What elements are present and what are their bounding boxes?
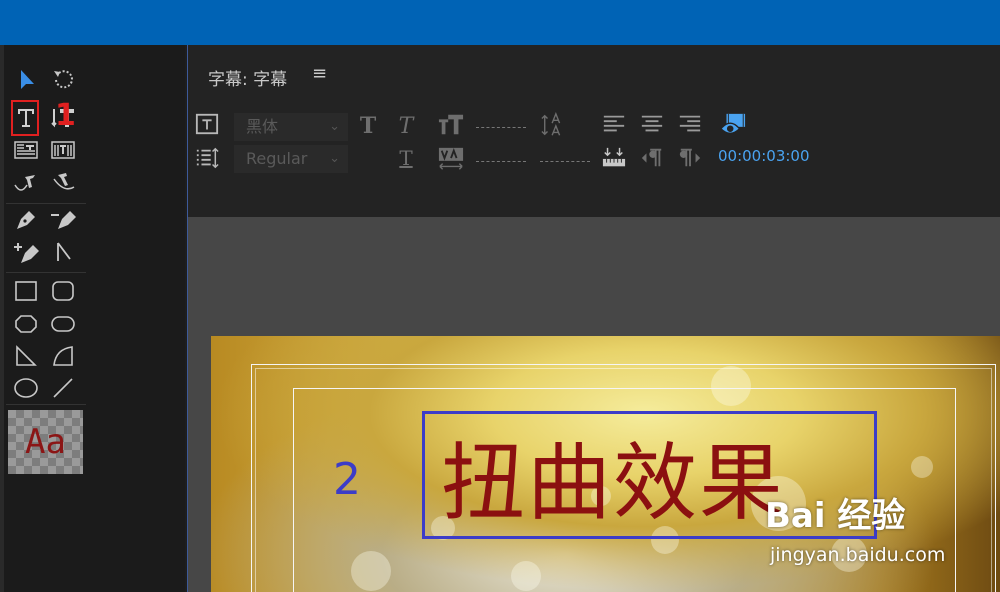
wedge-tool-icon[interactable] — [11, 342, 41, 370]
pen-tool-icon[interactable] — [11, 206, 41, 234]
selection-tool-icon[interactable] — [12, 66, 42, 94]
panel-edge — [0, 45, 4, 592]
bold-icon[interactable]: T — [356, 113, 380, 139]
italic-icon[interactable]: T — [394, 113, 418, 139]
step-2-annotation: 2 — [333, 454, 361, 505]
align-right-icon[interactable] — [676, 111, 704, 137]
watermark-url: jingyan.baidu.com — [770, 544, 946, 566]
add-anchor-tool-icon[interactable] — [11, 238, 41, 266]
tool-separator — [6, 272, 86, 273]
title-bar — [0, 0, 1000, 45]
vertical-area-type-tool-icon[interactable] — [48, 136, 78, 164]
panel-title: 字幕: 字幕 — [208, 70, 288, 90]
align-left-icon[interactable] — [600, 111, 628, 137]
chevron-down-icon: ⌄ — [329, 151, 340, 166]
path-type-tool-icon[interactable] — [11, 170, 41, 198]
tool-separator — [6, 404, 86, 405]
delete-anchor-tool-icon[interactable] — [48, 206, 78, 234]
underline-icon[interactable]: T — [394, 145, 418, 171]
rotation-tool-icon[interactable] — [48, 66, 78, 94]
type-tool-highlight — [11, 100, 39, 136]
align-center-icon[interactable] — [638, 111, 666, 137]
ellipse-tool-icon[interactable] — [11, 374, 41, 402]
clipped-corner-tool-icon[interactable] — [11, 310, 41, 338]
paragraph-right-icon[interactable] — [676, 145, 704, 171]
font-size-icon[interactable] — [436, 111, 466, 139]
font-size-value[interactable] — [476, 127, 526, 128]
roll-crawl-options-icon[interactable] — [194, 145, 220, 171]
chevron-down-icon: ⌄ — [329, 119, 340, 134]
kerning-value[interactable] — [476, 161, 526, 162]
tool-separator — [6, 203, 86, 204]
step-1-annotation: 1 — [55, 98, 76, 133]
convert-anchor-tool-icon[interactable] — [48, 238, 78, 266]
rectangle-tool-icon[interactable] — [11, 277, 41, 305]
baidu-jingyan-logo: Bai 经验 — [765, 496, 906, 536]
title-based-on-current-icon[interactable] — [194, 111, 220, 137]
font-family-dropdown[interactable]: 黑体 ⌄ — [234, 113, 348, 141]
rounded-corner-tool-icon[interactable] — [48, 310, 78, 338]
area-type-tool-icon[interactable] — [11, 136, 41, 164]
leading-value[interactable] — [540, 161, 590, 162]
line-tool-icon[interactable] — [48, 374, 78, 402]
style-swatch-label: Aa — [25, 422, 66, 462]
arc-tool-icon[interactable] — [48, 342, 78, 370]
font-style-value: Regular — [246, 149, 308, 168]
kerning-icon[interactable] — [436, 145, 466, 173]
font-family-value: 黑体 — [246, 117, 279, 136]
show-background-video-icon[interactable] — [718, 111, 748, 139]
tab-stops-icon[interactable] — [600, 145, 628, 171]
hamburger-icon[interactable]: ≡ — [312, 63, 327, 84]
vertical-path-type-tool-icon[interactable] — [48, 170, 78, 198]
title-toolbar: 黑体 ⌄ Regular ⌄ T T T 00:00:03:00 — [188, 107, 1000, 217]
rounded-rectangle-tool-icon[interactable] — [48, 277, 78, 305]
font-style-dropdown[interactable]: Regular ⌄ — [234, 145, 348, 173]
panel-header: 字幕: 字幕 ≡ — [188, 45, 1000, 107]
paragraph-left-icon[interactable] — [638, 145, 666, 171]
leading-icon[interactable] — [540, 111, 568, 139]
background-timecode[interactable]: 00:00:03:00 — [718, 147, 810, 165]
style-swatch[interactable]: Aa — [8, 410, 83, 474]
